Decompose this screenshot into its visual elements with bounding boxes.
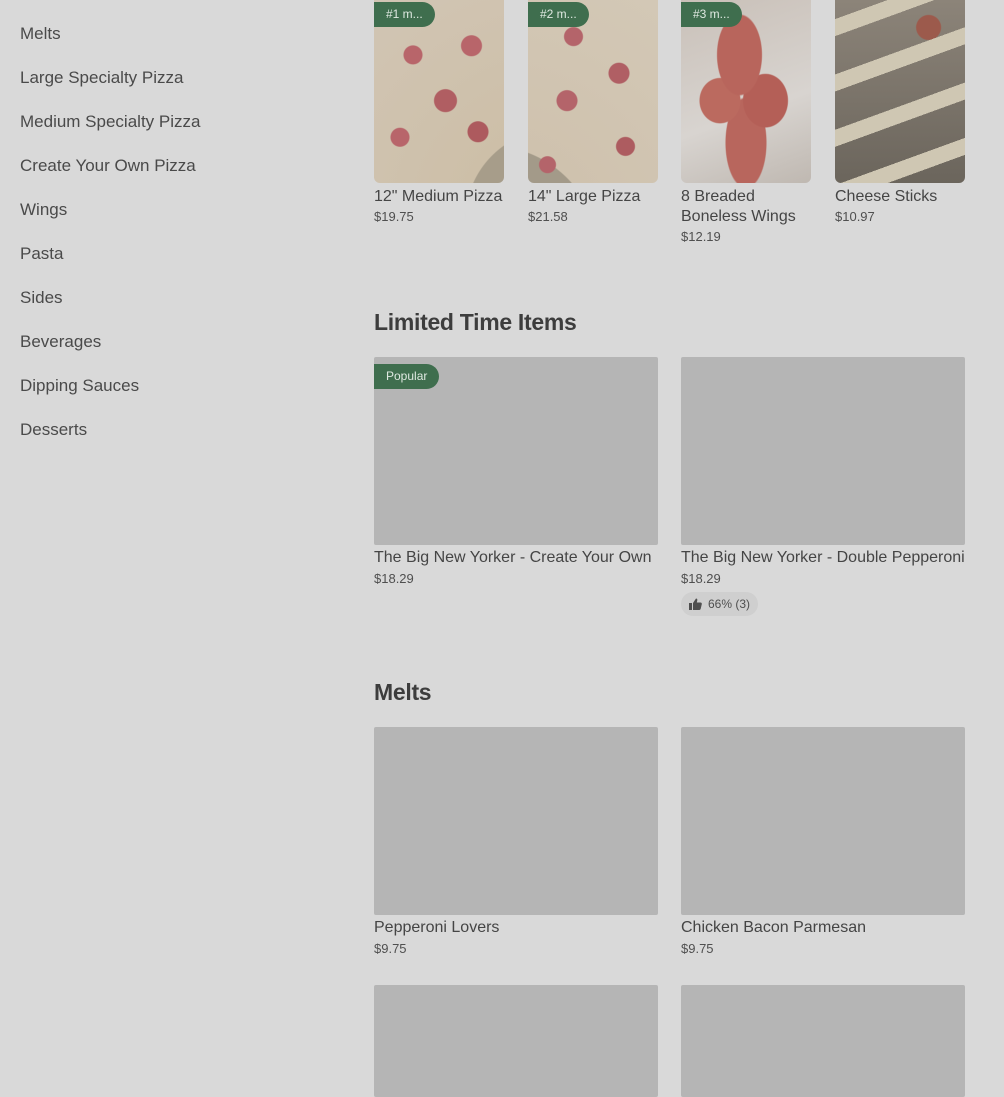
item-price: $18.29	[681, 571, 721, 586]
item-name: Cheese Sticks	[835, 188, 938, 205]
menu-page: Melts Large Specialty Pizza Medium Speci…	[0, 0, 1004, 1097]
rating-badge: 66% (3)	[681, 592, 759, 616]
menu-item-card[interactable]: #1 m... 12" Medium Pizza $19.75	[374, 0, 504, 224]
item-price: $21.58	[528, 209, 568, 224]
section-title-limited-time: Limited Time Items	[374, 309, 577, 335]
item-name: The Big New Yorker - Double Pepperoni	[681, 549, 965, 566]
menu-item-card[interactable]: Popular The Big New Yorker - Create Your…	[374, 357, 658, 586]
item-image-placeholder	[374, 727, 658, 915]
item-name: 12" Medium Pizza	[374, 188, 503, 205]
wings-image: #3 m...	[681, 0, 811, 183]
pizza-image: #1 m...	[374, 0, 504, 183]
item-price: $9.75	[374, 941, 407, 956]
menu-item-card[interactable]: Cheese Sticks $10.97	[835, 0, 965, 224]
menu-item-card[interactable]: #3 m... 8 Breaded Boneless Wings $12.19	[681, 0, 811, 244]
menu-item-card[interactable]	[681, 985, 965, 1097]
pizza-image: #2 m...	[528, 0, 658, 183]
item-name: 8 Breaded Boneless Wings	[681, 188, 796, 225]
menu-item-card[interactable]: Chicken Bacon Parmesan $9.75	[681, 727, 965, 956]
popular-badge: Popular	[374, 364, 440, 389]
item-price: $18.29	[374, 571, 414, 586]
item-image-placeholder	[681, 985, 965, 1097]
section-title-melts: Melts	[374, 679, 432, 705]
menu-item-card[interactable]	[374, 985, 658, 1097]
item-name: The Big New Yorker - Create Your Own	[374, 549, 652, 566]
sidebar-item-pasta[interactable]: Pasta	[20, 242, 320, 286]
sidebar-item-dipping-sauces[interactable]: Dipping Sauces	[20, 374, 320, 418]
item-name: Pepperoni Lovers	[374, 919, 500, 936]
item-price: $9.75	[681, 941, 714, 956]
sidebar-item-sides[interactable]: Sides	[20, 286, 320, 330]
sidebar-item-medium-specialty-pizza[interactable]: Medium Specialty Pizza	[20, 110, 320, 154]
rating-text: 66% (3)	[708, 597, 751, 611]
cheese-sticks-image	[835, 0, 965, 183]
item-image-placeholder	[374, 985, 658, 1097]
rank-badge: #2 m...	[528, 2, 589, 27]
item-price: $19.75	[374, 209, 414, 224]
sidebar-item-melts[interactable]: Melts	[20, 22, 320, 66]
item-image-placeholder	[681, 727, 965, 915]
category-nav: Melts Large Specialty Pizza Medium Speci…	[20, 22, 320, 462]
item-name: Chicken Bacon Parmesan	[681, 919, 866, 936]
sidebar-item-create-your-own-pizza[interactable]: Create Your Own Pizza	[20, 154, 320, 198]
menu-item-card[interactable]: The Big New Yorker - Double Pepperoni $1…	[681, 357, 965, 616]
sidebar-item-beverages[interactable]: Beverages	[20, 330, 320, 374]
item-name: 14" Large Pizza	[528, 188, 641, 205]
item-price: $12.19	[681, 229, 721, 244]
sidebar-item-desserts[interactable]: Desserts	[20, 418, 320, 462]
rank-badge: #1 m...	[374, 2, 435, 27]
item-image-placeholder	[681, 357, 965, 545]
rank-badge: #3 m...	[681, 2, 742, 27]
item-price: $10.97	[835, 209, 875, 224]
most-ordered-carousel: #1 m... 12" Medium Pizza $19.75 #2 m... …	[374, 0, 965, 260]
item-image-placeholder: Popular	[374, 357, 658, 545]
sidebar-item-wings[interactable]: Wings	[20, 198, 320, 242]
menu-item-card[interactable]: #2 m... 14" Large Pizza $21.58	[528, 0, 658, 224]
menu-item-card[interactable]: Pepperoni Lovers $9.75	[374, 727, 658, 956]
thumbs-up-icon	[689, 598, 702, 610]
sidebar-item-large-specialty-pizza[interactable]: Large Specialty Pizza	[20, 66, 320, 110]
